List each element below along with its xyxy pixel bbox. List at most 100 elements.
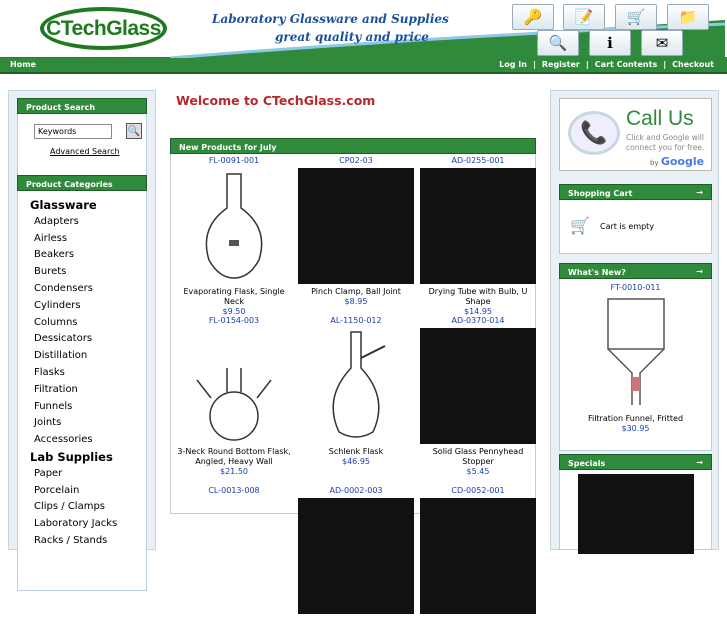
product-card[interactable]: FL-0091-001 Evaporating Flask, Single Nec… <box>173 156 295 316</box>
nav-home[interactable]: Home <box>10 60 36 69</box>
category-link[interactable]: Dessicators <box>30 331 146 348</box>
specials-title: Specials <box>568 459 606 468</box>
call-us-subtitle: Click and Google will connect you for fr… <box>626 133 705 152</box>
info-icon[interactable]: ℹ <box>589 30 631 56</box>
arrow-right-icon[interactable]: → <box>696 188 703 197</box>
nav-register[interactable]: Register <box>542 60 580 69</box>
product-id[interactable]: FL-0154-003 <box>173 316 295 325</box>
product-id[interactable]: CL-0013-008 <box>173 486 295 495</box>
category-link[interactable]: Accessories <box>30 432 146 449</box>
product-image[interactable] <box>420 328 536 444</box>
category-link[interactable]: Laboratory Jacks <box>30 516 146 533</box>
product-image[interactable] <box>298 168 414 284</box>
product-card[interactable]: CL-0013-008 <box>173 486 295 617</box>
category-link[interactable]: Paper <box>30 466 146 483</box>
whats-new-header[interactable]: What's New? → <box>559 263 712 279</box>
product-name[interactable]: Evaporating Flask, Single Neck <box>173 287 295 307</box>
whats-new-product-name[interactable]: Filtration Funnel, Fritted <box>560 414 711 424</box>
product-name[interactable]: Pinch Clamp, Ball Joint <box>295 287 417 297</box>
folder-icon[interactable]: 📁 <box>667 4 709 30</box>
product-id[interactable]: AD-0002-003 <box>295 486 417 495</box>
category-link[interactable]: Glassware <box>30 197 146 214</box>
product-image[interactable] <box>176 498 292 614</box>
category-link[interactable]: Burets <box>30 264 146 281</box>
envelope-icon[interactable]: ✉ <box>641 30 683 56</box>
nav-cart-contents[interactable]: Cart Contents <box>595 60 657 69</box>
product-image[interactable] <box>420 168 536 284</box>
product-image[interactable] <box>298 328 414 444</box>
product-id[interactable]: AD-0255-001 <box>417 156 539 165</box>
category-link[interactable]: Clips / Clamps <box>30 499 146 516</box>
call-us-banner[interactable]: 📞 Call Us Click and Google will connect … <box>559 98 712 171</box>
whats-new-product-image[interactable] <box>578 295 694 411</box>
product-price: $21.50 <box>220 467 248 476</box>
shopping-cart-header[interactable]: Shopping Cart → <box>559 184 712 200</box>
shopping-cart-box: Shopping Cart → 🛒 Cart is empty <box>559 184 712 254</box>
product-image[interactable] <box>298 498 414 614</box>
category-link[interactable]: Airless <box>30 231 146 248</box>
product-card[interactable]: AD-0002-003 <box>295 486 417 617</box>
category-link[interactable]: Distillation <box>30 348 146 365</box>
product-id[interactable]: CP02-03 <box>295 156 417 165</box>
specials-product-image[interactable] <box>577 474 694 554</box>
product-card[interactable]: AD-0370-014 Solid Glass Pennyhead Stopper… <box>417 316 539 476</box>
product-search-box: Product Search 🔍 Advanced Search <box>17 98 147 176</box>
nav-bar: Home Log In | Register | Cart Contents | Check… <box>0 58 727 74</box>
nav-separator: | <box>532 60 536 69</box>
category-link[interactable]: Adapters <box>30 214 146 231</box>
product-name[interactable]: Schlenk Flask <box>295 447 417 457</box>
product-image[interactable] <box>176 168 292 284</box>
search-button[interactable]: 🔍 <box>126 123 142 139</box>
nav-account-links: Log In | Register | Cart Contents | Checkout <box>496 60 717 69</box>
arrow-right-icon[interactable]: → <box>696 458 703 467</box>
product-name[interactable]: 3-Neck Round Bottom Flask, Angled, Heavy… <box>173 447 295 467</box>
product-card[interactable]: CD-0052-001 <box>417 486 539 617</box>
category-link[interactable]: Funnels <box>30 399 146 416</box>
search-icon: 🔍 <box>127 125 141 137</box>
product-id[interactable]: CD-0052-001 <box>417 486 539 495</box>
category-link[interactable]: Racks / Stands <box>30 533 146 550</box>
product-image[interactable] <box>420 498 536 614</box>
category-link[interactable]: Condensers <box>30 281 146 298</box>
cart-icon[interactable]: 🛒 <box>615 4 657 30</box>
whats-new-product-id[interactable]: FT-0010-011 <box>560 283 711 292</box>
key-icon[interactable]: 🔑 <box>512 4 554 30</box>
product-id[interactable]: AL-1150-012 <box>295 316 417 325</box>
nav-login[interactable]: Log In <box>499 60 527 69</box>
product-price: $14.95 <box>464 307 492 316</box>
search-input[interactable] <box>34 124 112 139</box>
category-link[interactable]: Cylinders <box>30 298 146 315</box>
arrow-right-icon[interactable]: → <box>696 267 703 276</box>
specials-header[interactable]: Specials → <box>559 454 712 470</box>
category-link[interactable]: Filtration <box>30 382 146 399</box>
product-id[interactable]: AD-0370-014 <box>417 316 539 325</box>
category-link[interactable]: Joints <box>30 415 146 432</box>
nav-checkout[interactable]: Checkout <box>672 60 714 69</box>
category-link[interactable]: Lab Supplies <box>30 449 146 466</box>
logo-text: CTechGlass <box>46 16 161 40</box>
logo[interactable]: CTechGlass <box>40 7 167 50</box>
call-us-title: Call Us <box>626 107 694 130</box>
product-price: $8.95 <box>344 297 368 306</box>
product-name[interactable]: Drying Tube with Bulb, U Shape <box>417 287 539 307</box>
product-grid: FL-0091-001 Evaporating Flask, Single Nec… <box>170 154 539 614</box>
product-card[interactable]: AL-1150-012 Schlenk Flask $46.95 <box>295 316 417 466</box>
notepad-icon[interactable]: 📝 <box>563 4 605 30</box>
product-id[interactable]: FL-0091-001 <box>173 156 295 165</box>
advanced-search-link[interactable]: Advanced Search <box>50 147 120 156</box>
right-column: 📞 Call Us Click and Google will connect … <box>550 90 719 554</box>
product-name[interactable]: Solid Glass Pennyhead Stopper <box>417 447 539 467</box>
product-card[interactable]: AD-0255-001 Drying Tube with Bulb, U Shap… <box>417 156 539 316</box>
magnifier-icon[interactable]: 🔍 <box>537 30 579 56</box>
google-logo: Google <box>660 155 705 168</box>
product-card[interactable]: FL-0154-003 3-Neck Round Bottom Flask, An… <box>173 316 295 476</box>
left-column: Product Search 🔍 Advanced Search Product… <box>8 90 156 591</box>
product-categories-title: Product Categories <box>17 175 147 191</box>
category-link[interactable]: Flasks <box>30 365 146 382</box>
category-link[interactable]: Porcelain <box>30 483 146 500</box>
product-card[interactable]: CP02-03 Pinch Clamp, Ball Joint $8.95 <box>295 156 417 306</box>
category-link[interactable]: Beakers <box>30 247 146 264</box>
category-link[interactable]: Columns <box>30 315 146 332</box>
specials-box: Specials → <box>559 454 712 554</box>
product-image[interactable] <box>176 328 292 444</box>
